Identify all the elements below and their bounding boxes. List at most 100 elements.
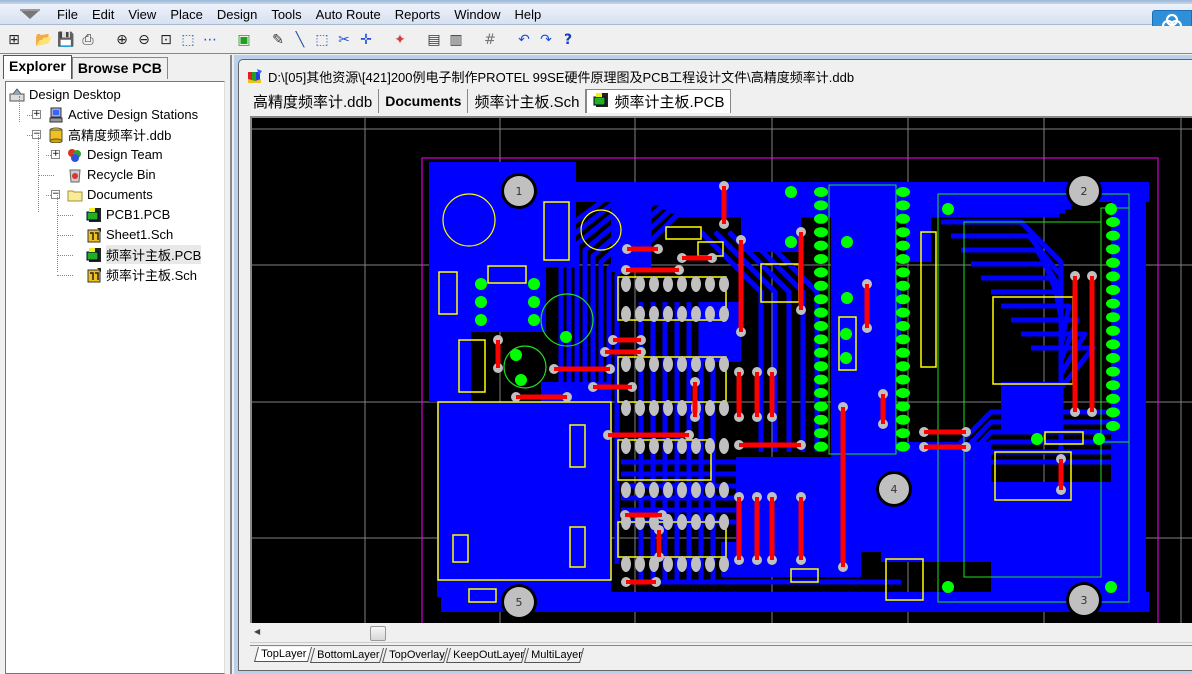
- mcu-pad: [896, 414, 910, 425]
- mcu-pad: [814, 307, 828, 318]
- ic-pad: [719, 482, 729, 498]
- tree-item-recycle-bin[interactable]: Recycle Bin: [67, 165, 156, 184]
- expand-icon[interactable]: +: [51, 150, 60, 159]
- sch-doc-icon: [86, 267, 102, 283]
- ic-pad: [663, 400, 673, 416]
- ic-pad: [691, 514, 701, 530]
- tree-connector: [19, 96, 20, 122]
- scroll-thumb[interactable]: [370, 626, 386, 641]
- zoom-area-button[interactable]: ⬚: [178, 30, 198, 50]
- mounting-hole-label: 2: [1081, 185, 1088, 198]
- menu-help[interactable]: Help: [508, 6, 549, 23]
- mcu-pad: [814, 280, 828, 291]
- scroll-left-icon[interactable]: ◀: [254, 627, 260, 636]
- tree-item-active-design-stations[interactable]: Active Design Stations: [48, 105, 198, 124]
- mcu-pad: [896, 240, 910, 251]
- print-button[interactable]: ⎙: [78, 30, 98, 50]
- save-button[interactable]: 💾: [56, 30, 76, 50]
- move-button[interactable]: ✛: [356, 30, 376, 50]
- library-2-button[interactable]: ▥: [446, 30, 466, 50]
- redo-button[interactable]: ↷: [536, 30, 556, 50]
- tree-item-频率计主板.sch[interactable]: 频率计主板.Sch: [86, 265, 197, 284]
- tree-connector: [38, 175, 54, 176]
- document-tab[interactable]: Documents: [379, 89, 469, 113]
- ic-pad: [663, 356, 673, 372]
- menu-edit[interactable]: Edit: [85, 6, 121, 23]
- ic-pad: [649, 356, 659, 372]
- tree-item-高精度频率计.ddb[interactable]: 高精度频率计.ddb: [48, 125, 171, 144]
- mcu-pad: [896, 280, 910, 291]
- tree-item-documents[interactable]: Documents: [67, 185, 153, 204]
- connector-pad: [1106, 230, 1120, 241]
- layer-tab-multilayer[interactable]: MultiLayer: [523, 648, 585, 663]
- help-button[interactable]: ?: [558, 30, 578, 50]
- document-tab[interactable]: 高精度频率计.ddb: [247, 89, 380, 113]
- layer-tab-toplayer[interactable]: TopLayer: [253, 647, 313, 662]
- menu-window[interactable]: Window: [447, 6, 507, 23]
- tree-item-pcb1.pcb[interactable]: PCB1.PCB: [86, 205, 170, 224]
- mcu-pad: [814, 388, 828, 398]
- menu-tools[interactable]: Tools: [264, 6, 308, 23]
- menu-reports[interactable]: Reports: [388, 6, 448, 23]
- layer-tab-keepoutlayer[interactable]: KeepOutLayer: [445, 648, 527, 663]
- tree-item-sheet1.sch[interactable]: Sheet1.Sch: [86, 225, 173, 244]
- menu-view[interactable]: View: [121, 6, 163, 23]
- tree-item-design-team[interactable]: Design Team: [67, 145, 163, 164]
- ic-pad: [635, 482, 645, 498]
- menu-design[interactable]: Design: [210, 6, 264, 23]
- connector-pad: [1106, 325, 1120, 336]
- deselect-button[interactable]: ✂: [334, 30, 354, 50]
- place-line-button[interactable]: ╲: [290, 30, 310, 50]
- collapse-icon[interactable]: −: [32, 130, 41, 139]
- mounting-hole-label: 3: [1081, 594, 1088, 607]
- ic-pad: [719, 400, 729, 416]
- undo-button[interactable]: ↶: [514, 30, 534, 50]
- tree-item-label: Active Design Stations: [68, 107, 199, 122]
- layer-tab-topoverlay[interactable]: TopOverlay: [381, 648, 449, 663]
- horizontal-scrollbar[interactable]: ◀: [250, 623, 1192, 643]
- explorer-panel: Explorer Browse PCB Design Desktop Active…: [0, 55, 232, 674]
- design-manager-button[interactable]: ⊞: [4, 30, 24, 50]
- ic-pad: [621, 356, 631, 372]
- ic-pad: [705, 482, 715, 498]
- mcu-pad: [896, 401, 910, 412]
- menu-place[interactable]: Place: [163, 6, 210, 23]
- layer-tab-label: TopLayer: [261, 648, 307, 660]
- tree-item-design-desktop[interactable]: Design Desktop: [9, 85, 121, 104]
- library-1-button[interactable]: ▤: [424, 30, 444, 50]
- component-pad: [528, 296, 540, 308]
- mcu-pad: [896, 361, 910, 372]
- expand-icon[interactable]: +: [32, 110, 41, 119]
- tab-explorer[interactable]: Explorer: [3, 55, 72, 79]
- connector-pad: [1106, 217, 1120, 227]
- layer-tab-bottomlayer[interactable]: BottomLayer: [309, 648, 385, 663]
- mcu-pad: [896, 254, 910, 264]
- open-button[interactable]: 📂: [34, 30, 54, 50]
- system-menu-icon[interactable]: [18, 7, 42, 21]
- tree-connector: [46, 195, 51, 196]
- document-tab[interactable]: 频率计主板.PCB: [586, 89, 732, 113]
- pcb-canvas[interactable]: 1 2 3 4 5: [250, 116, 1192, 623]
- zoom-last-button[interactable]: ⋯: [200, 30, 220, 50]
- connector-pad: [1106, 353, 1120, 363]
- ic-pad: [621, 400, 631, 416]
- mcu-pad: [896, 294, 910, 305]
- menu-file[interactable]: File: [50, 6, 85, 23]
- tree-item-频率计主板.pcb[interactable]: 频率计主板.PCB: [86, 245, 202, 264]
- ic-pad: [677, 276, 687, 292]
- document-tab[interactable]: 频率计主板.Sch: [468, 89, 587, 113]
- component-browser-button[interactable]: ▣: [234, 30, 254, 50]
- menu-auto-route[interactable]: Auto Route: [309, 6, 388, 23]
- component-pad: [841, 292, 853, 304]
- zoom-out-button[interactable]: ⊖: [134, 30, 154, 50]
- grid-button[interactable]: #: [480, 30, 500, 50]
- select-area-button[interactable]: ⬚: [312, 30, 332, 50]
- collapse-icon[interactable]: −: [51, 190, 60, 199]
- move-icon: ✛: [360, 32, 372, 48]
- zoom-fit-button[interactable]: ⊡: [156, 30, 176, 50]
- zoom-in-button[interactable]: ⊕: [112, 30, 132, 50]
- interactive-route-button[interactable]: ✎: [268, 30, 288, 50]
- ic-pad: [677, 438, 687, 454]
- tab-browse-pcb[interactable]: Browse PCB: [71, 57, 168, 79]
- cross-probe-button[interactable]: ✦: [390, 30, 410, 50]
